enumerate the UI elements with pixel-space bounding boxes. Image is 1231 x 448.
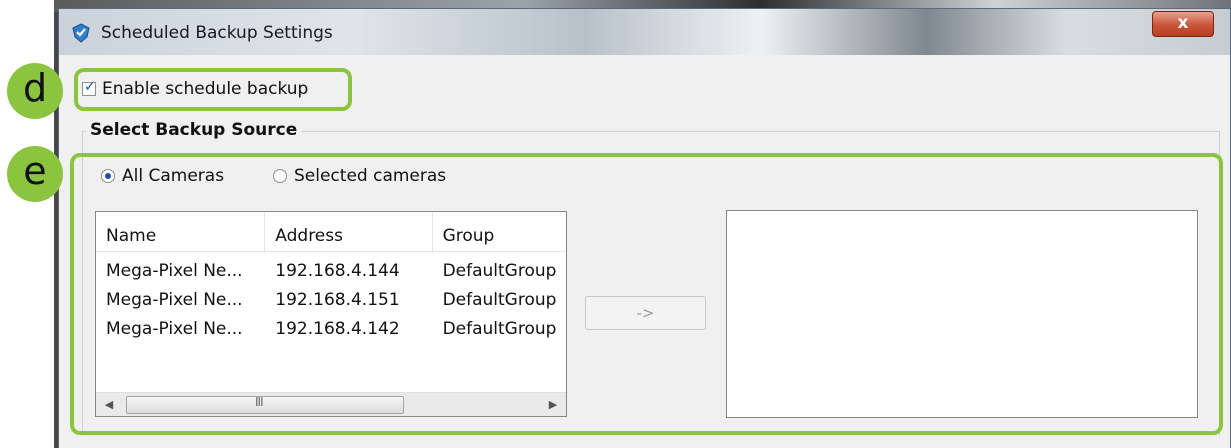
annotation-badge-e: e <box>7 146 63 202</box>
highlight-box-d <box>74 68 352 111</box>
group-title: Select Backup Source <box>86 120 302 140</box>
close-button[interactable]: x <box>1152 11 1214 37</box>
shield-check-icon <box>72 23 90 43</box>
window-title: Scheduled Backup Settings <box>101 23 333 43</box>
annotation-badge-d: d <box>7 63 63 119</box>
title-bar[interactable]: Scheduled Backup Settings x <box>59 9 1230 55</box>
highlight-box-e <box>70 153 1223 435</box>
